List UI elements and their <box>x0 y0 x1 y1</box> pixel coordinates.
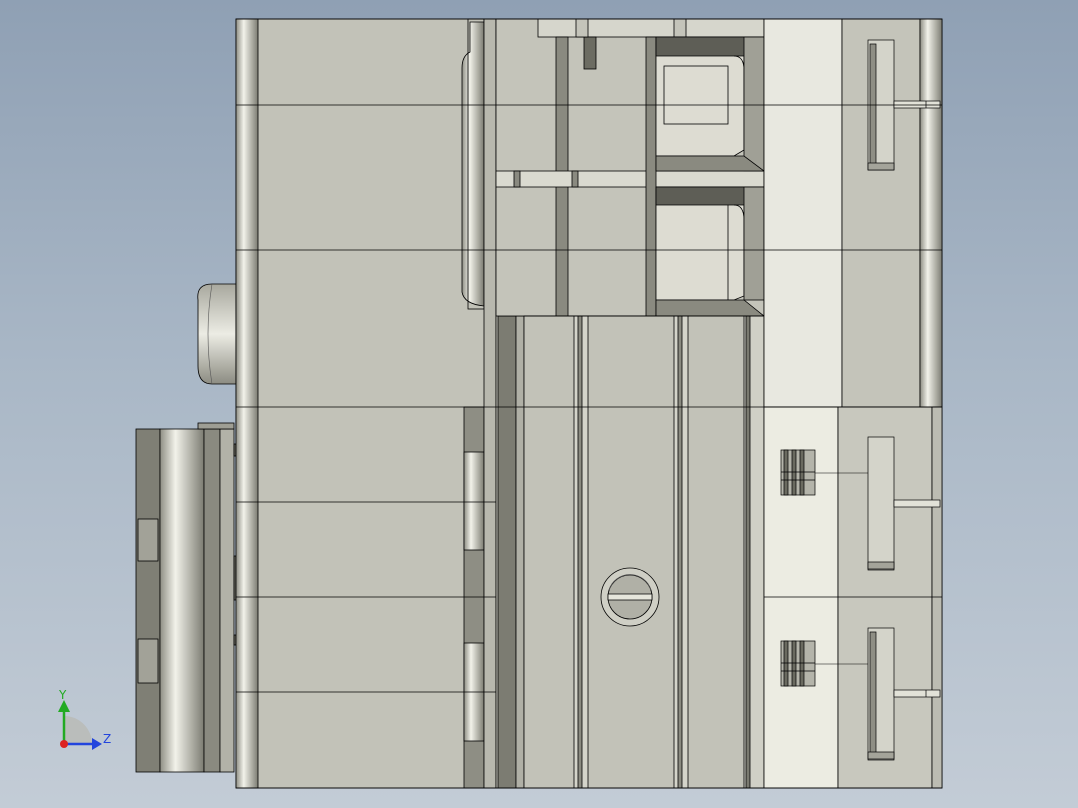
z-axis-label: Z <box>103 732 111 746</box>
cad-viewport[interactable]: Y Z <box>0 0 1078 808</box>
adjust-screw <box>600 567 660 627</box>
upper-housing <box>495 18 766 317</box>
orientation-triad <box>58 700 102 750</box>
side-knob <box>197 283 237 385</box>
cad-drawing[interactable]: Y Z <box>0 0 1078 808</box>
y-axis-label: Y <box>58 688 67 702</box>
side-mount-block <box>135 422 239 773</box>
lower-channel <box>523 315 765 789</box>
